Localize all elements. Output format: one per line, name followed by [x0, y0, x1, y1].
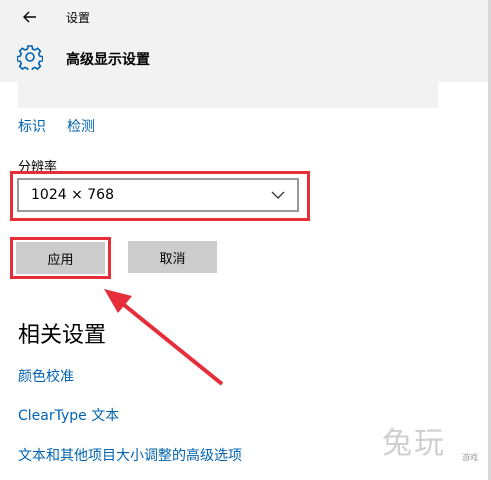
cleartype-text-link[interactable]: ClearType 文本	[18, 405, 119, 425]
resolution-dropdown[interactable]: 1024 × 768	[17, 178, 299, 212]
watermark: 兔玩 游戏	[376, 418, 488, 480]
page-title: 高级显示设置	[66, 52, 150, 68]
resolution-value: 1024 × 768	[31, 187, 114, 203]
back-button[interactable]	[18, 6, 42, 28]
display-preview-panel	[18, 82, 438, 108]
color-calibration-link[interactable]: 颜色校准	[18, 366, 74, 386]
apply-button[interactable]: 应用	[16, 242, 105, 274]
window-title: 设置	[66, 11, 91, 25]
advanced-sizing-link[interactable]: 文本和其他项目大小调整的高级选项	[18, 445, 242, 465]
identify-link[interactable]: 标识	[18, 116, 46, 136]
gear-icon	[17, 45, 43, 70]
cancel-button[interactable]: 取消	[128, 241, 217, 273]
chevron-down-icon	[271, 191, 285, 199]
related-settings-title: 相关设置	[18, 323, 107, 348]
watermark-sub: 游戏	[462, 453, 478, 462]
page-header: 高级显示设置	[0, 34, 488, 82]
arrow-left-icon	[23, 11, 36, 23]
watermark-text: 兔玩	[382, 426, 446, 461]
detect-link[interactable]: 检测	[67, 116, 95, 136]
title-bar: 设置	[0, 0, 488, 34]
